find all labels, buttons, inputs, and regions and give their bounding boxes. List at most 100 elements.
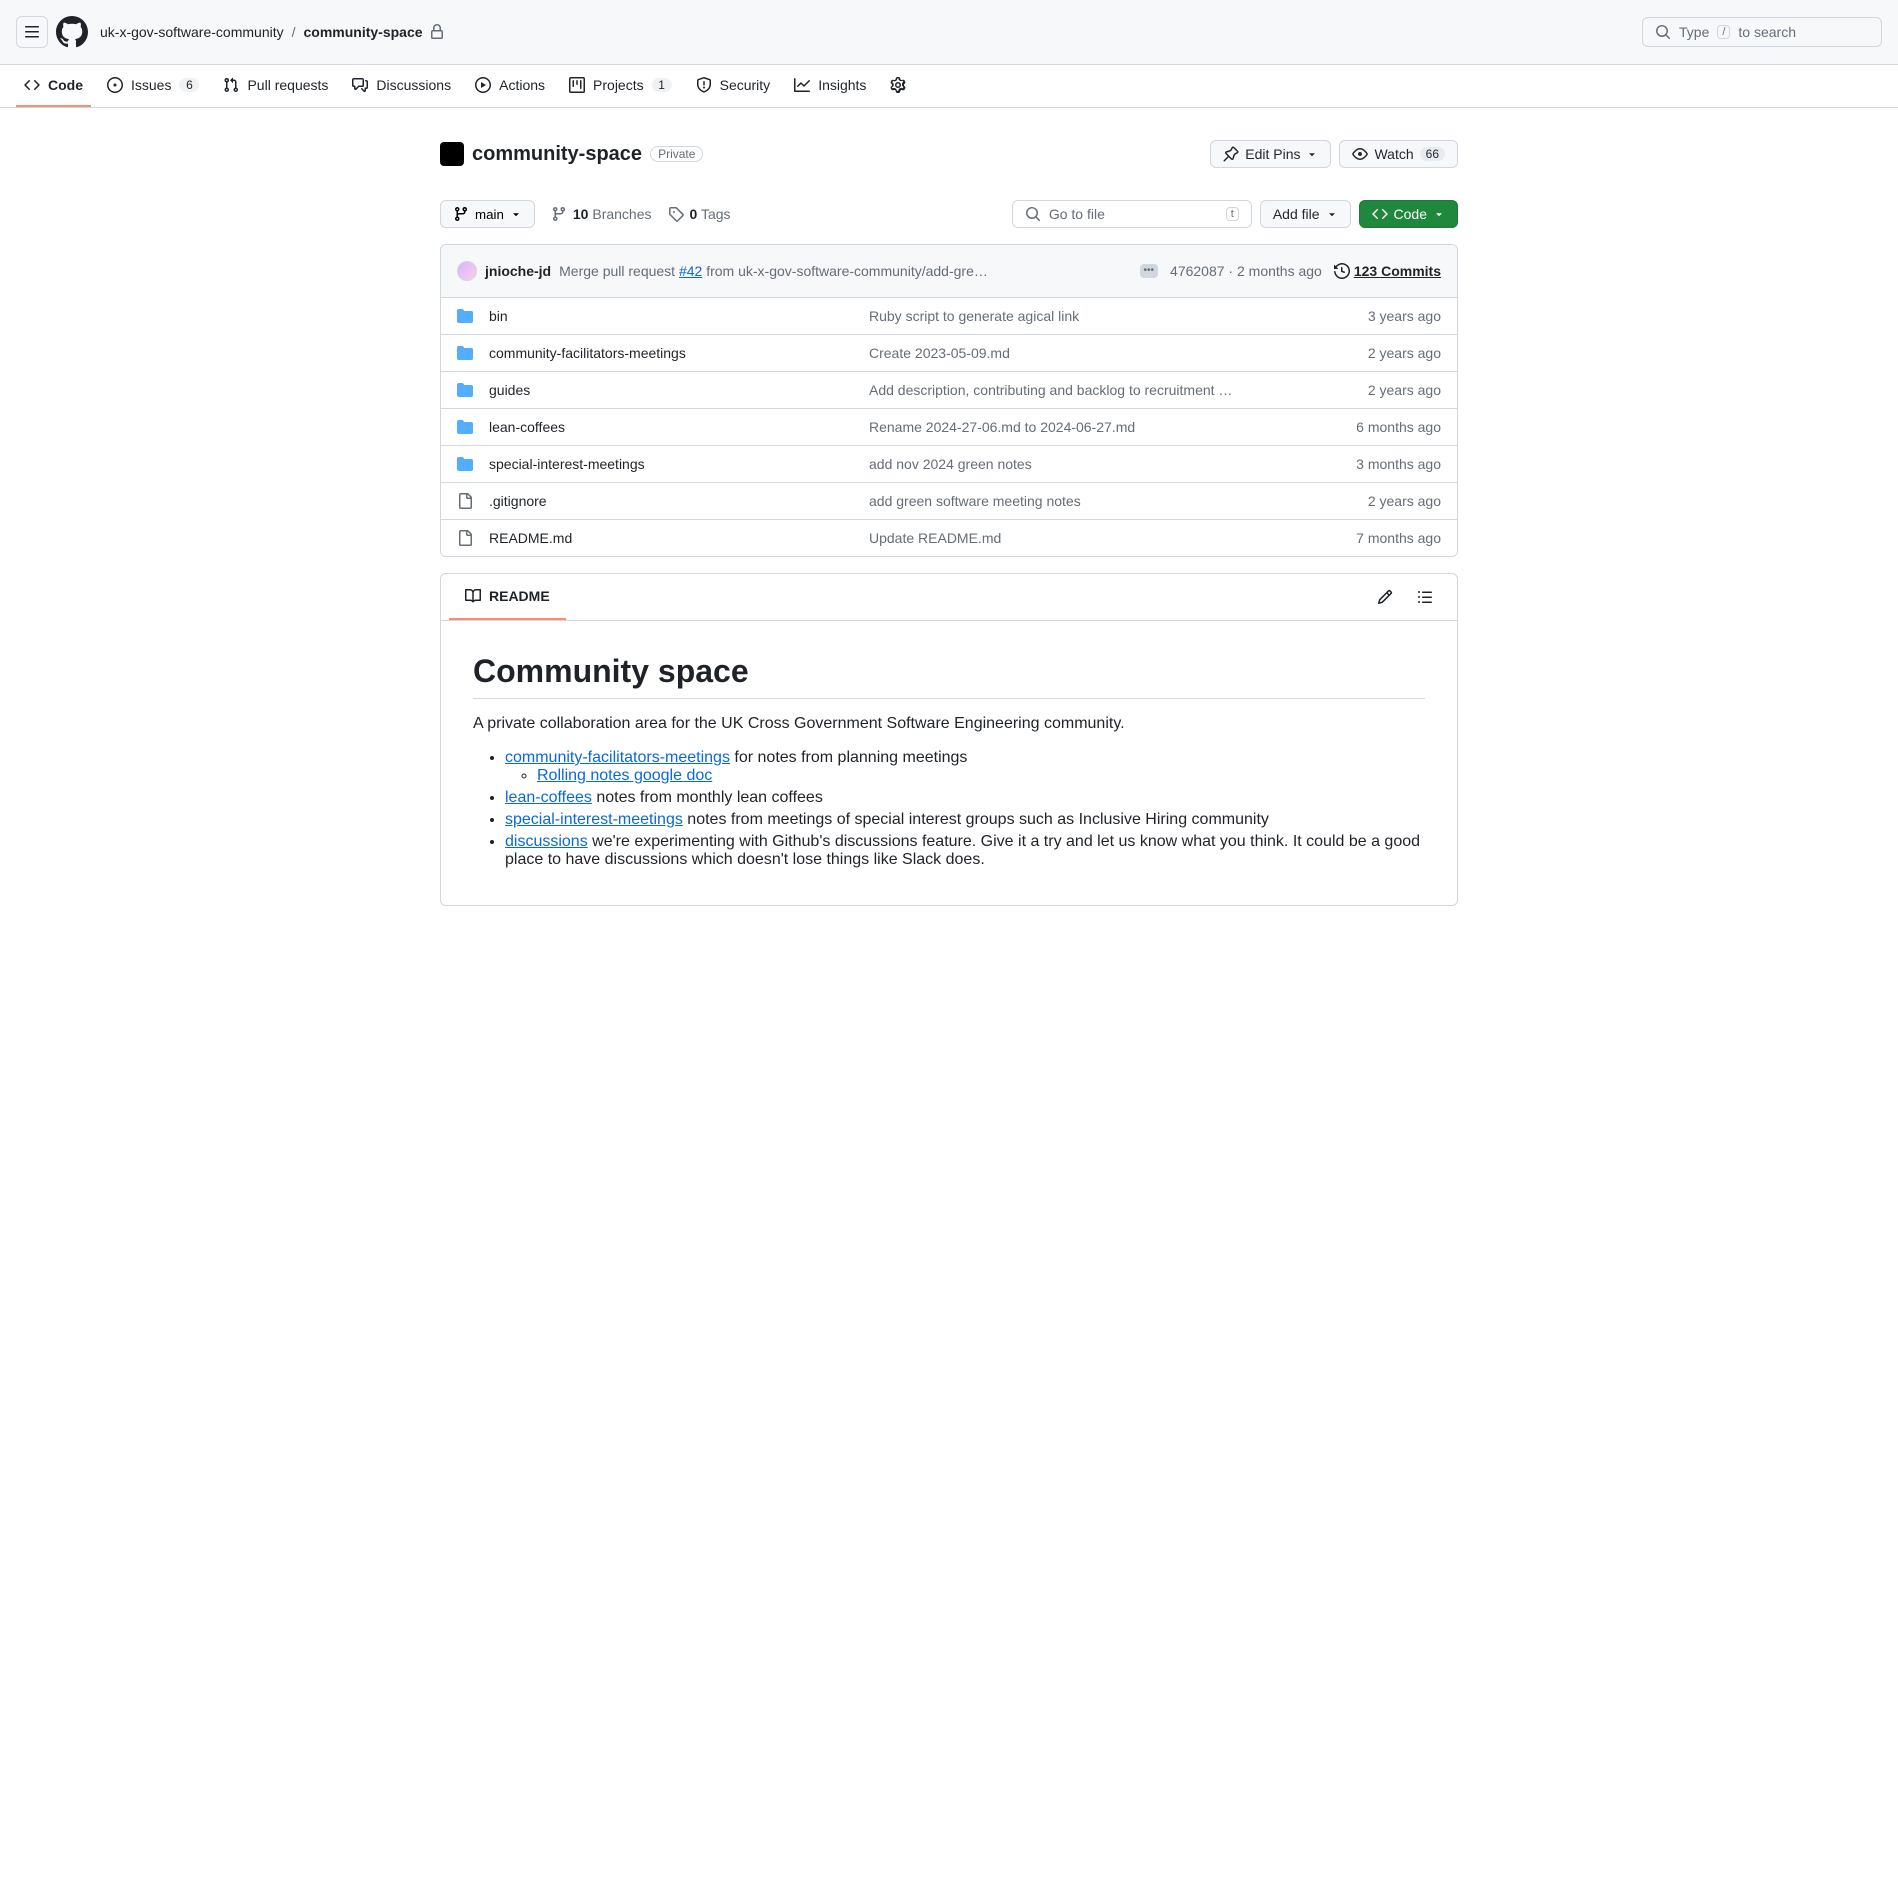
watch-count: 66 [1420,147,1445,161]
file-name-link[interactable]: bin [489,308,508,324]
hamburger-menu[interactable] [16,16,48,48]
file-name-link[interactable]: guides [489,382,530,398]
tab-projects[interactable]: Projects 1 [561,65,680,107]
tags-link[interactable]: 0 Tags [668,206,731,222]
search-icon [1025,206,1041,222]
history-icon [1334,263,1350,279]
tab-actions-label: Actions [499,77,545,93]
go-to-file-input[interactable]: Go to file t [1012,200,1252,228]
owner-avatar [440,142,464,166]
code-button[interactable]: Code [1359,200,1458,228]
branch-icon [453,206,469,222]
code-label: Code [1394,206,1427,222]
commit-sha[interactable]: 4762087 · 2 months ago [1170,263,1322,279]
search-kbd: / [1717,25,1730,39]
lock-icon [429,24,445,40]
commits-link[interactable]: 123 Commits [1334,263,1441,279]
latest-commit: jnioche-jd Merge pull request #42 from u… [441,245,1457,298]
tab-security-label: Security [720,77,771,93]
readme-link[interactable]: discussions [505,833,588,850]
file-row: bin Ruby script to generate agical link3 … [441,298,1457,335]
file-name-link[interactable]: special-interest-meetings [489,456,645,472]
projects-count: 1 [652,78,672,92]
file-age: 2 years ago [1321,493,1441,509]
repo-link[interactable]: community-space [304,24,423,40]
commit-author[interactable]: jnioche-jd [485,263,551,279]
search-placeholder-text: Type [1679,24,1709,40]
readme-tab[interactable]: README [449,574,566,620]
issues-count: 6 [179,78,199,92]
go-to-file-label: Go to file [1049,206,1105,222]
file-commit-msg[interactable]: add nov 2024 green notes [869,456,1321,472]
search-icon [1655,24,1671,40]
file-icon [457,530,473,546]
file-age: 2 years ago [1321,382,1441,398]
edit-pins-button[interactable]: Edit Pins [1210,140,1331,168]
readme-tab-label: README [489,588,550,604]
edit-readme-button[interactable] [1369,581,1401,613]
tab-issues[interactable]: Issues 6 [99,65,207,107]
tab-security[interactable]: Security [688,65,779,107]
global-header: uk-x-gov-software-community / community-… [0,0,1898,65]
file-commit-msg[interactable]: Rename 2024-27-06.md to 2024-06-27.md [869,419,1321,435]
file-row: README.mdUpdate README.md7 months ago [441,520,1457,556]
pencil-icon [1377,589,1393,605]
tab-issues-label: Issues [131,77,171,93]
readme-item: lean-coffees notes from monthly lean cof… [505,789,1425,807]
file-commit-msg[interactable]: add green software meeting notes [869,493,1321,509]
watch-label: Watch [1374,146,1413,162]
pin-icon [1223,146,1239,162]
tab-code[interactable]: Code [16,65,91,107]
watch-button[interactable]: Watch 66 [1339,140,1458,168]
branches-link[interactable]: 10 Branches [551,206,652,222]
branch-name: main [475,207,504,222]
pr-link[interactable]: #42 [679,263,702,279]
tab-pulls[interactable]: Pull requests [215,65,336,107]
tab-insights[interactable]: Insights [786,65,874,107]
commits-count: 123 Commits [1354,263,1441,279]
github-logo[interactable] [56,16,88,48]
file-row: lean-coffees Rename 2024-27-06.md to 2024… [441,409,1457,446]
go-to-file-kbd: t [1226,207,1239,221]
file-listing: jnioche-jd Merge pull request #42 from u… [440,244,1458,557]
chevron-down-icon [1326,208,1338,220]
file-age: 3 years ago [1321,308,1441,324]
file-name-link[interactable]: README.md [489,530,572,546]
book-icon [465,588,481,604]
file-commit-msg[interactable]: Create 2023-05-09.md [869,345,1321,361]
commit-message[interactable]: Merge pull request #42 from uk-x-gov-sof… [559,263,988,279]
owner-link[interactable]: uk-x-gov-software-community [100,24,284,40]
tab-settings[interactable] [882,65,914,107]
tab-code-label: Code [48,77,83,93]
readme-item: community-facilitators-meetings for note… [505,749,1425,785]
branch-select[interactable]: main [440,200,535,228]
outline-button[interactable] [1409,581,1441,613]
file-name-link[interactable]: lean-coffees [489,419,565,435]
code-icon [1372,206,1388,222]
readme-subitem: Rolling notes google doc [537,767,1425,785]
file-commit-msg[interactable]: Ruby script to generate agical link [869,308,1321,324]
file-name-link[interactable]: .gitignore [489,493,547,509]
tab-actions[interactable]: Actions [467,65,553,107]
file-name-link[interactable]: community-facilitators-meetings [489,345,686,361]
search-input[interactable]: Type / to search [1642,17,1882,47]
author-avatar[interactable] [457,261,477,281]
folder-icon [457,345,473,361]
readme-link[interactable]: Rolling notes google doc [537,767,712,784]
readme-link[interactable]: special-interest-meetings [505,811,683,828]
file-commit-msg[interactable]: Update README.md [869,530,1321,546]
tab-discussions[interactable]: Discussions [344,65,459,107]
file-commit-msg[interactable]: Add description, contributing and backlo… [869,382,1321,398]
tab-discussions-label: Discussions [376,77,451,93]
breadcrumb-separator: / [292,24,296,40]
tab-insights-label: Insights [818,77,866,93]
insights-icon [794,77,810,93]
chevron-down-icon [1306,148,1318,160]
file-row: guides Add description, contributing and … [441,372,1457,409]
issues-icon [107,77,123,93]
discussions-icon [352,77,368,93]
readme-link[interactable]: lean-coffees [505,789,592,806]
readme-link[interactable]: community-facilitators-meetings [505,749,730,766]
add-file-button[interactable]: Add file [1260,200,1351,228]
commit-ellipsis[interactable]: ••• [1140,264,1159,278]
